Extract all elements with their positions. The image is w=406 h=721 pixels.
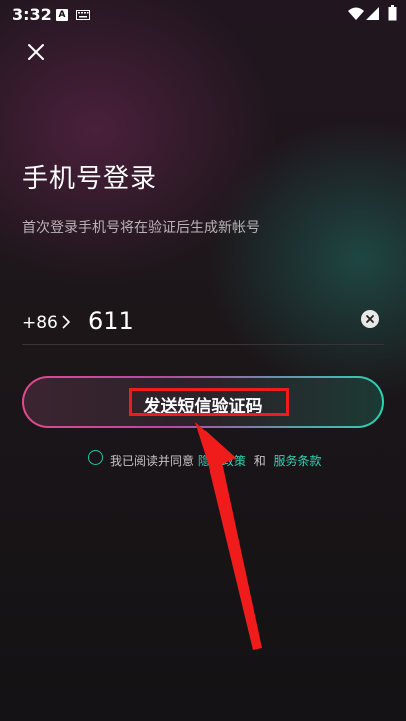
agreement-text: 我已阅读并同意 隐私政策 和 服务条款	[110, 452, 322, 469]
agreement-and: 和	[253, 454, 266, 468]
close-button[interactable]	[24, 40, 48, 64]
notification-a-icon: A	[56, 9, 68, 21]
page-subtitle: 首次登录手机号将在验证后生成新帐号	[22, 220, 260, 236]
agreement-checkbox[interactable]	[88, 450, 103, 465]
agreement-prefix: 我已阅读并同意	[110, 454, 195, 468]
country-code-selector[interactable]: +86	[22, 313, 58, 333]
keyboard-icon	[76, 10, 90, 20]
chevron-right-icon[interactable]	[62, 315, 70, 329]
privacy-policy-link[interactable]: 隐私政策	[198, 454, 246, 468]
page-title: 手机号登录	[22, 164, 158, 194]
red-arrow-annotation	[195, 422, 262, 650]
wifi-icon	[348, 7, 364, 20]
close-icon	[28, 44, 44, 60]
status-bar: 3:32 A	[0, 0, 406, 30]
status-time: 3:32	[12, 5, 52, 24]
send-sms-code-label: 发送短信验证码	[143, 397, 263, 417]
navigation-bar	[0, 705, 406, 721]
signal-icon	[366, 7, 379, 20]
terms-of-service-link[interactable]: 服务条款	[274, 454, 322, 468]
battery-icon	[388, 5, 397, 21]
clear-icon	[366, 315, 374, 323]
phone-input-row: +86	[22, 300, 384, 345]
clear-button[interactable]	[361, 310, 379, 328]
send-sms-code-button-inner: 发送短信验证码	[24, 378, 382, 426]
phone-number-input[interactable]	[88, 304, 348, 338]
send-sms-code-button[interactable]: 发送短信验证码	[22, 376, 384, 428]
